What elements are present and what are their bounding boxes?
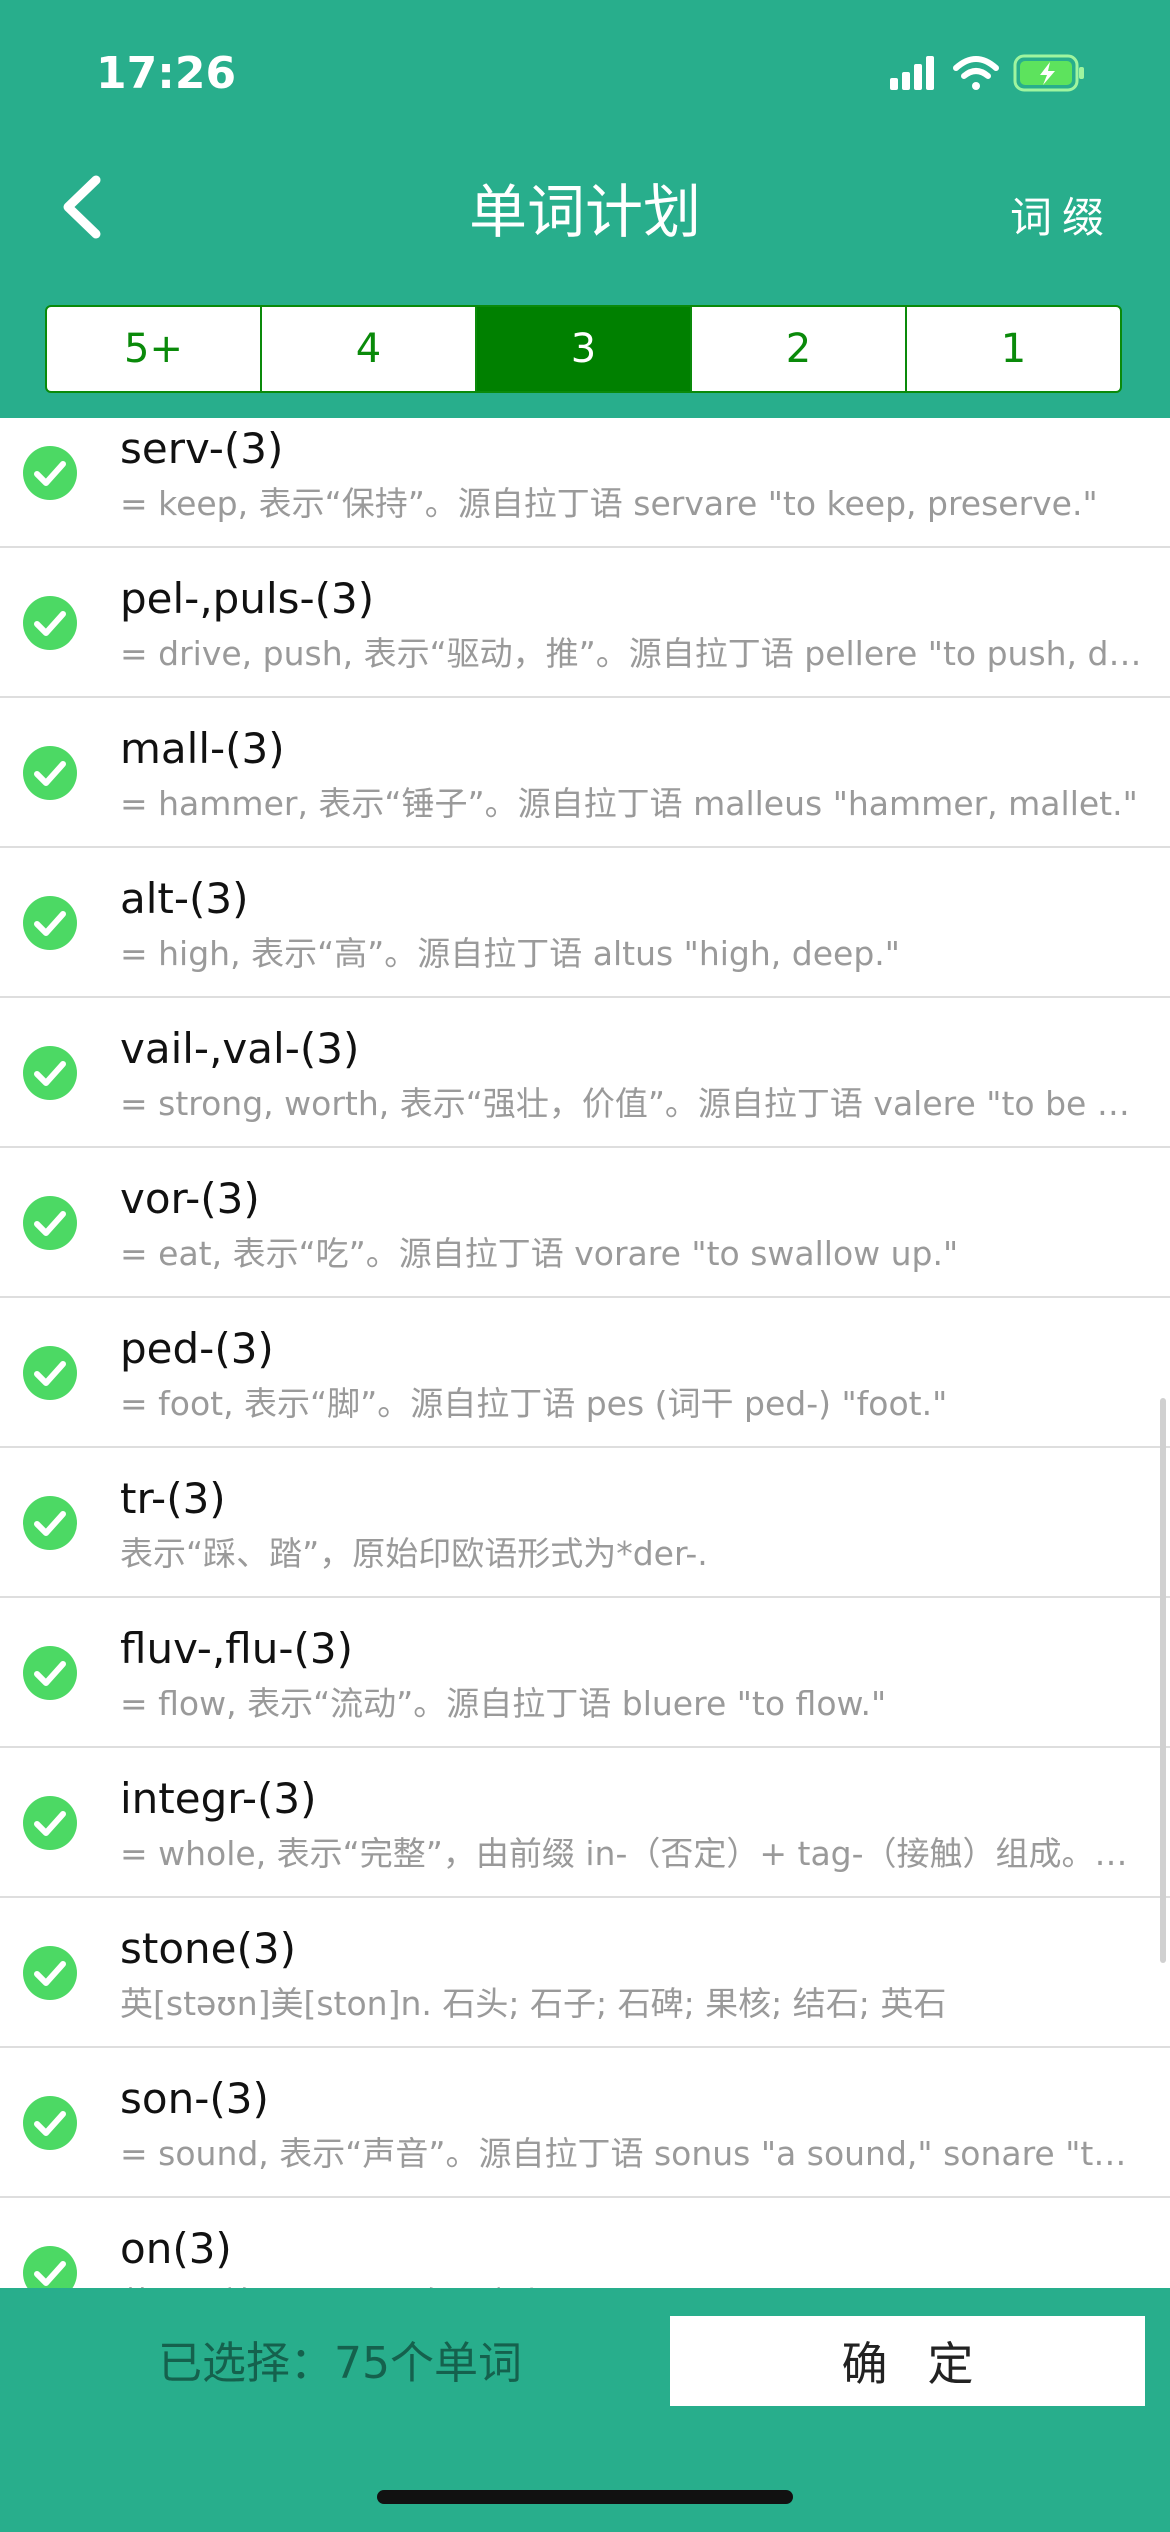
word-list[interactable]: serv-(3) = keep, 表示“保持”。源自拉丁语 servare "to… (0, 418, 1170, 2288)
list-item[interactable]: pel-,puls-(3) = drive, push, 表示“驱动，推”。源自拉… (0, 548, 1170, 698)
checked-icon[interactable] (23, 1646, 77, 1700)
list-item[interactable]: on(3) 英[ɒn]美[ɑn]prep. 在…之上 (0, 2198, 1170, 2288)
checked-icon[interactable] (23, 1346, 77, 1400)
tab-1[interactable]: 1 (907, 307, 1120, 391)
word-title: son-(3) (120, 2074, 269, 2123)
home-indicator[interactable] (377, 2490, 793, 2504)
word-title: ped-(3) (120, 1324, 274, 1373)
word-description: = drive, push, 表示“驱动，推”。源自拉丁语 pellere "t… (120, 634, 1145, 673)
wifi-icon (953, 56, 999, 90)
list-item[interactable]: stone(3) 英[stəʊn]美[ston]n. 石头; 石子; 石碑; 果核… (0, 1898, 1170, 2048)
confirm-button[interactable]: 确定 (670, 2316, 1145, 2406)
status-icons (890, 54, 1084, 92)
list-item[interactable]: integr-(3) = whole, 表示“完整”，由前缀 in-（否定）+ t… (0, 1748, 1170, 1898)
word-title: tr-(3) (120, 1474, 226, 1523)
checked-icon[interactable] (23, 596, 77, 650)
affix-button[interactable]: 词缀 (1010, 188, 1114, 248)
checked-icon[interactable] (23, 1196, 77, 1250)
list-item[interactable]: vor-(3) = eat, 表示“吃”。源自拉丁语 vorare "to swa… (0, 1148, 1170, 1298)
checked-icon[interactable] (23, 1496, 77, 1550)
list-item[interactable]: son-(3) = sound, 表示“声音”。源自拉丁语 sonus "a so… (0, 2048, 1170, 2198)
word-title: vail-,val-(3) (120, 1024, 360, 1073)
word-description: = keep, 表示“保持”。源自拉丁语 servare "to keep, p… (120, 484, 1098, 523)
list-item[interactable]: alt-(3) = high, 表示“高”。源自拉丁语 altus "high, … (0, 848, 1170, 998)
word-description: = foot, 表示“脚”。源自拉丁语 pes (词干 ped-) "foot.… (120, 1384, 948, 1423)
signal-icon (890, 56, 934, 90)
word-description: = flow, 表示“流动”。源自拉丁语 bluere "to flow." (120, 1684, 887, 1723)
word-description: 表示“踩、踏”，原始印欧语形式为*der-. (120, 1534, 708, 1573)
tab-5-plus[interactable]: 5+ (47, 307, 262, 391)
list-item[interactable]: fluv-,flu-(3) = flow, 表示“流动”。源自拉丁语 bluere… (0, 1598, 1170, 1748)
checked-icon[interactable] (23, 1946, 77, 2000)
list-item[interactable]: vail-,val-(3) = strong, worth, 表示“强壮，价值”。… (0, 998, 1170, 1148)
word-description: = sound, 表示“声音”。源自拉丁语 sonus "a sound," s… (120, 2134, 1145, 2173)
word-description: = hammer, 表示“锤子”。源自拉丁语 malleus "hammer, … (120, 784, 1138, 823)
checked-icon[interactable] (23, 896, 77, 950)
list-item[interactable]: mall-(3) = hammer, 表示“锤子”。源自拉丁语 malleus "… (0, 698, 1170, 848)
checked-icon[interactable] (23, 446, 77, 500)
word-title: vor-(3) (120, 1174, 260, 1223)
word-title: fluv-,flu-(3) (120, 1624, 354, 1673)
list-item[interactable]: tr-(3) 表示“踩、踏”，原始印欧语形式为*der-. (0, 1448, 1170, 1598)
tab-3[interactable]: 3 (477, 307, 692, 391)
scrollbar[interactable] (1160, 1398, 1166, 1963)
word-title: on(3) (120, 2224, 232, 2273)
checked-icon[interactable] (23, 2096, 77, 2150)
page-title: 单词计划 (468, 178, 701, 246)
word-description: 英[ɒn]美[ɑn]prep. 在…之上 (120, 2280, 1145, 2288)
checked-icon[interactable] (23, 2246, 77, 2288)
word-description: 英[stəʊn]美[ston]n. 石头; 石子; 石碑; 果核; 结石; 英石 (120, 1984, 947, 2023)
word-description: = whole, 表示“完整”，由前缀 in-（否定）+ tag-（接触）组成。… (120, 1834, 1145, 1873)
list-item[interactable]: serv-(3) = keep, 表示“保持”。源自拉丁语 servare "to… (0, 418, 1170, 548)
checked-icon[interactable] (23, 1046, 77, 1100)
word-description: = eat, 表示“吃”。源自拉丁语 vorare "to swallow up… (120, 1234, 959, 1273)
word-title: pel-,puls-(3) (120, 574, 375, 623)
checked-icon[interactable] (23, 1796, 77, 1850)
word-title: stone(3) (120, 1924, 296, 1973)
battery-icon (1013, 54, 1084, 92)
word-title: integr-(3) (120, 1774, 317, 1823)
checked-icon[interactable] (23, 746, 77, 800)
word-description: = strong, worth, 表示“强壮，价值”。源自拉丁语 valere … (120, 1084, 1145, 1123)
tab-4[interactable]: 4 (262, 307, 477, 391)
word-title: alt-(3) (120, 874, 249, 923)
word-title: serv-(3) (120, 424, 284, 473)
frequency-tabs: 5+ 4 3 2 1 (45, 305, 1122, 393)
list-item[interactable]: ped-(3) = foot, 表示“脚”。源自拉丁语 pes (词干 ped-)… (0, 1298, 1170, 1448)
word-description: = high, 表示“高”。源自拉丁语 altus "high, deep." (120, 934, 900, 973)
word-title: mall-(3) (120, 724, 285, 773)
header: 17:26 单词计划 词缀 5+ 4 3 2 1 (0, 0, 1170, 418)
status-time: 17:26 (96, 48, 237, 99)
selected-count: 已选择：75个单词 (158, 2338, 522, 2389)
tab-2[interactable]: 2 (692, 307, 907, 391)
